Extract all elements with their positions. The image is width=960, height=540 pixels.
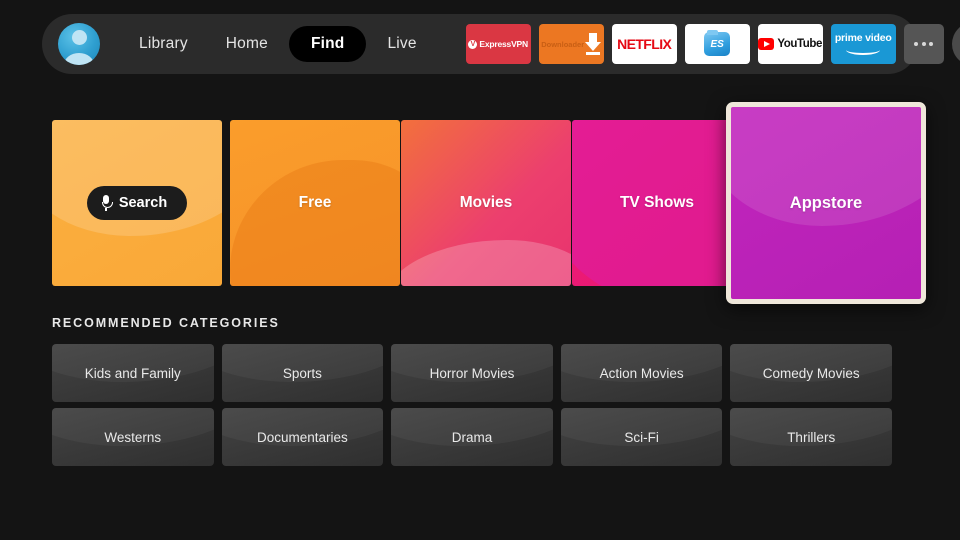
nav-item-home[interactable]: Home <box>209 26 285 62</box>
category-tile-westerns[interactable]: Westerns <box>52 408 214 466</box>
category-tile-label: Sports <box>282 365 322 381</box>
es-file-explorer-label: ES <box>710 38 724 50</box>
category-tile-label: Action Movies <box>599 365 684 381</box>
amazon-smile-icon <box>846 45 881 56</box>
avatar-head-shape <box>71 30 87 46</box>
app-icon-expressvpn[interactable]: V ExpressVPN <box>465 24 531 64</box>
category-tile-label: Westerns <box>104 429 162 445</box>
hero-tile-appstore-selected[interactable]: Appstore <box>726 102 926 304</box>
nav-links: Library Home Find Live <box>122 26 434 62</box>
category-tile-sports[interactable]: Sports <box>221 344 384 402</box>
hero-tile-label: Movies <box>459 194 513 211</box>
expressvpn-logo-icon: V ExpressVPN <box>468 39 528 49</box>
more-apps-button[interactable] <box>903 24 944 64</box>
category-tile-label: Documentaries <box>256 429 348 445</box>
category-tile-kids-and-family[interactable]: Kids and Family <box>52 344 214 402</box>
category-tile-horror-movies[interactable]: Horror Movies <box>391 344 553 402</box>
nav-item-find[interactable]: Find <box>288 26 367 62</box>
hero-tile-label: Free <box>298 194 332 211</box>
app-icon-netflix[interactable]: NETFLIX <box>611 24 677 64</box>
downloader-label: Downloader <box>541 39 585 49</box>
app-shortcut-row: V ExpressVPN Downloader NETFLIX ES YouTu… <box>465 24 944 64</box>
hero-tile-label: Appstore <box>789 193 863 212</box>
prime-video-label: prime video <box>834 31 892 44</box>
hero-tile-search[interactable]: Search <box>52 120 222 286</box>
tile-decoration-shape <box>401 239 571 286</box>
ellipsis-icon <box>914 42 934 46</box>
category-tile-label: Comedy Movies <box>762 365 860 381</box>
top-navigation-bar: Library Home Find Live V ExpressVPN Down… <box>42 14 960 74</box>
play-button-icon <box>758 38 775 50</box>
hero-tile-tv-shows[interactable]: TV Shows <box>572 120 742 286</box>
category-tile-drama[interactable]: Drama <box>391 408 553 466</box>
nav-item-live[interactable]: Live <box>370 26 433 62</box>
hero-tile-movies[interactable]: Movies <box>401 120 571 286</box>
app-icon-prime-video[interactable]: prime video <box>830 24 896 64</box>
category-tile-label: Sci-Fi <box>624 429 659 445</box>
category-tile-thrillers[interactable]: Thrillers <box>730 408 892 466</box>
avatar-body-shape <box>64 53 94 65</box>
netflix-label: NETFLIX <box>617 36 672 52</box>
recommended-categories-grid: Kids and Family Sports Horror Movies Act… <box>52 344 892 466</box>
hero-tile-label: TV Shows <box>619 194 695 211</box>
app-icon-es-file-explorer[interactable]: ES <box>684 24 750 64</box>
hero-tile-free[interactable]: Free <box>230 120 400 286</box>
hero-tile-row: Search Free Movies TV Shows Appstore <box>52 102 926 304</box>
category-tile-sci-fi[interactable]: Sci-Fi <box>560 408 723 466</box>
app-icon-downloader[interactable]: Downloader <box>538 24 604 64</box>
search-button[interactable]: Search <box>86 186 188 220</box>
youtube-label: YouTube <box>777 38 823 50</box>
expressvpn-label: ExpressVPN <box>479 39 528 49</box>
folder-icon: ES <box>704 30 731 56</box>
category-tile-label: Kids and Family <box>84 365 181 381</box>
settings-button[interactable] <box>951 22 960 66</box>
tile-decoration-shape <box>230 159 400 286</box>
category-tile-label: Thrillers <box>787 429 836 445</box>
category-tile-comedy-movies[interactable]: Comedy Movies <box>730 344 892 402</box>
microphone-icon <box>101 195 113 211</box>
recommended-categories-title: RECOMMENDED CATEGORIES <box>52 316 280 330</box>
profile-avatar[interactable] <box>58 23 100 65</box>
category-tile-label: Drama <box>451 429 493 445</box>
expressvpn-mark-icon: V <box>468 39 478 49</box>
category-tile-documentaries[interactable]: Documentaries <box>221 408 384 466</box>
category-tile-label: Horror Movies <box>429 365 515 381</box>
app-icon-youtube[interactable]: YouTube <box>757 24 823 64</box>
category-tile-action-movies[interactable]: Action Movies <box>560 344 723 402</box>
nav-item-library[interactable]: Library <box>122 26 205 62</box>
download-arrow-icon <box>585 33 602 55</box>
search-button-label: Search <box>118 195 168 211</box>
